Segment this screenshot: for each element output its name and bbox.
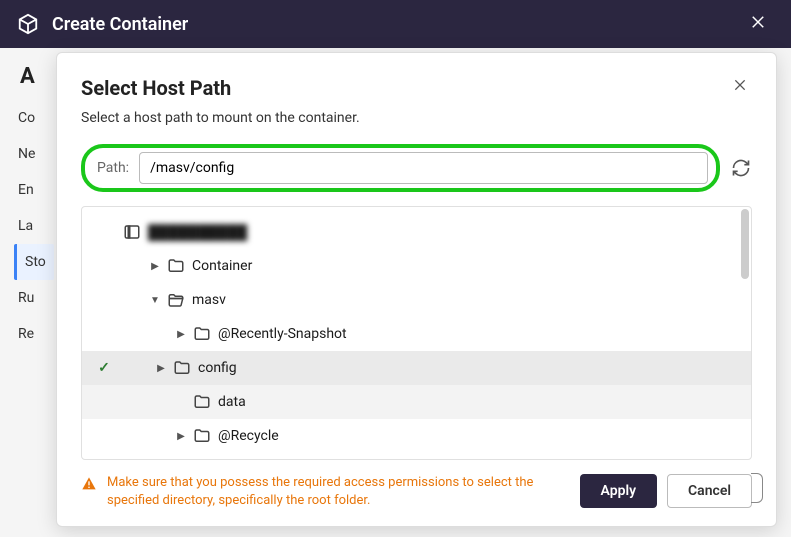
titlebar-close-icon[interactable] <box>741 8 775 40</box>
scrollbar[interactable] <box>741 209 749 279</box>
tree-root[interactable]: ██████████ <box>82 215 751 249</box>
chevron-right-icon[interactable]: ▶ <box>174 431 188 442</box>
tree-node-recycle[interactable]: ▶ @Recycle <box>82 419 751 453</box>
tree-label: config <box>198 360 237 376</box>
dialog-title: Select Host Path <box>81 76 728 100</box>
folder-closed-icon <box>192 427 212 445</box>
background-panel-edge <box>751 473 763 503</box>
sidebar: Co Ne En La Sto Ru Re <box>14 100 54 352</box>
chevron-right-icon[interactable]: ▶ <box>154 363 168 374</box>
tree-label: @Recently-Snapshot <box>218 326 347 342</box>
folder-closed-icon <box>192 393 212 411</box>
select-host-path-dialog: Select Host Path Select a host path to m… <box>56 52 777 527</box>
tree-node-masv[interactable]: ▼ masv <box>82 283 751 317</box>
folder-open-icon <box>166 291 186 309</box>
titlebar: Create Container <box>0 0 791 48</box>
sidebar-item-la[interactable]: La <box>14 208 54 244</box>
sidebar-item-co[interactable]: Co <box>14 100 54 136</box>
tree-node-data[interactable]: ▶ data <box>82 385 751 419</box>
chevron-down-icon[interactable]: ▼ <box>148 295 162 306</box>
path-highlight: Path: <box>81 144 720 192</box>
warning-icon <box>81 476 97 496</box>
folder-closed-icon <box>166 257 186 275</box>
tree-label: data <box>218 394 246 410</box>
sidebar-item-ru[interactable]: Ru <box>14 280 54 316</box>
tree-node-masv-1[interactable]: ▶ masv-1 <box>82 453 751 460</box>
cube-icon <box>16 12 40 36</box>
sidebar-item-en[interactable]: En <box>14 172 54 208</box>
tree-label: masv <box>192 292 226 308</box>
tree-label: @Recycle <box>218 428 279 444</box>
tree-node-container[interactable]: ▶ Container <box>82 249 751 283</box>
warning-text: Make sure that you possess the required … <box>107 474 570 510</box>
tree-label: Container <box>192 258 252 274</box>
titlebar-title: Create Container <box>52 14 741 35</box>
tree-node-config[interactable]: ✓ ▶ config <box>82 351 751 385</box>
sidebar-item-sto[interactable]: Sto <box>14 244 54 280</box>
nas-icon <box>122 223 142 241</box>
cancel-button[interactable]: Cancel <box>667 474 752 508</box>
sidebar-item-ne[interactable]: Ne <box>14 136 54 172</box>
folder-closed-icon <box>192 325 212 343</box>
tree-container: ██████████ ▶ Container ▼ masv ▶ @Recentl… <box>81 206 752 460</box>
dialog-subtitle: Select a host path to mount on the conta… <box>81 110 752 126</box>
path-label: Path: <box>97 160 129 176</box>
path-input[interactable] <box>139 152 708 184</box>
refresh-icon[interactable] <box>730 157 752 179</box>
tree-root-label: ██████████ <box>148 224 247 241</box>
chevron-right-icon[interactable]: ▶ <box>148 261 162 272</box>
dialog-close-icon[interactable] <box>728 73 752 102</box>
tree-node-recently-snapshot[interactable]: ▶ @Recently-Snapshot <box>82 317 751 351</box>
chevron-right-icon[interactable]: ▶ <box>174 329 188 340</box>
check-icon: ✓ <box>94 360 114 376</box>
folder-closed-icon <box>172 359 192 377</box>
sidebar-item-re[interactable]: Re <box>14 316 54 352</box>
apply-button[interactable]: Apply <box>580 474 658 508</box>
